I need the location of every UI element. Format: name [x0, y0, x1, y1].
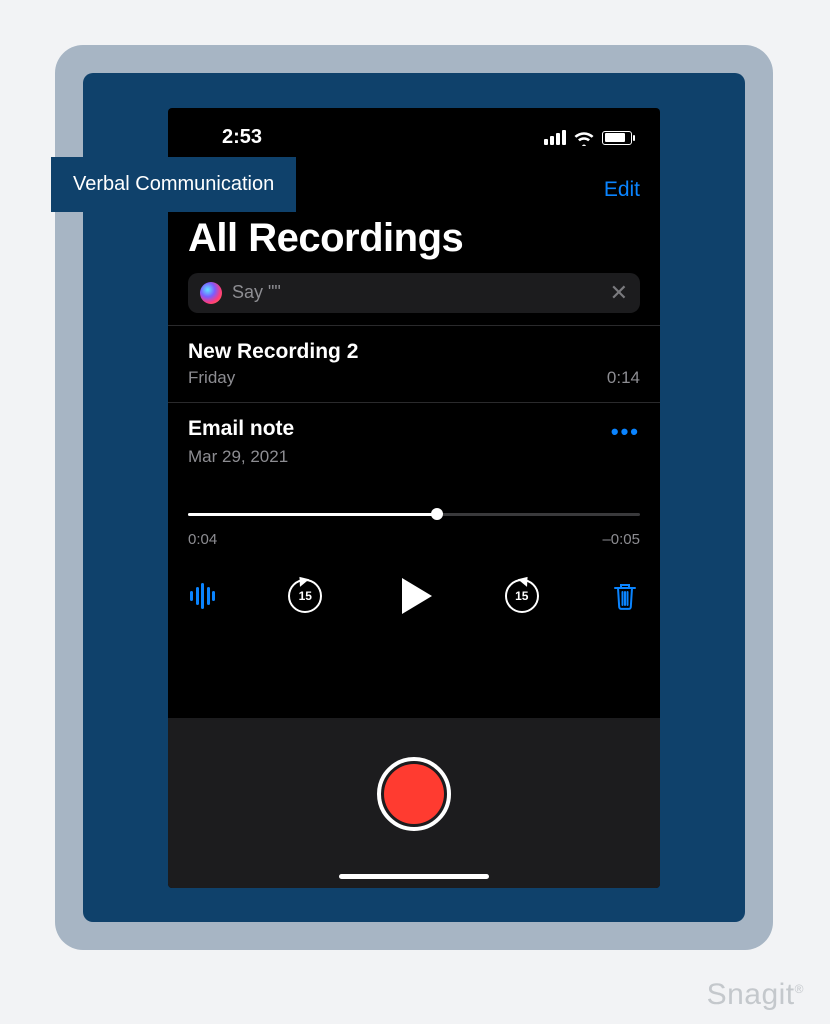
- recording-duration: 0:14: [607, 368, 640, 388]
- cellular-signal-icon: [544, 130, 566, 145]
- more-options-button[interactable]: •••: [611, 417, 640, 443]
- skip-forward-15-icon: 15: [505, 579, 539, 613]
- play-button[interactable]: [396, 578, 432, 614]
- wifi-icon: [573, 130, 595, 146]
- callout-label: Verbal Communication: [51, 157, 296, 212]
- close-icon[interactable]: ✕: [610, 282, 628, 304]
- snagit-watermark: Snagit®: [707, 978, 804, 1012]
- skip-forward-button[interactable]: 15: [505, 579, 539, 613]
- remaining-time: –0:05: [602, 531, 640, 548]
- elapsed-time: 0:04: [188, 531, 217, 548]
- status-time: 2:53: [196, 126, 262, 149]
- trash-icon: [612, 581, 638, 611]
- delete-button[interactable]: [612, 581, 638, 611]
- scrub-time-labels: 0:04 –0:05: [188, 531, 640, 548]
- status-bar: 2:53: [168, 108, 660, 160]
- scrubber[interactable]: [188, 503, 640, 525]
- transport-controls: 15 15: [188, 578, 640, 614]
- record-icon: [384, 764, 444, 824]
- page-title: All Recordings: [168, 202, 660, 273]
- recording-title: Email note: [188, 417, 294, 441]
- recording-date: Friday: [188, 368, 235, 388]
- playback-controls: 0:04 –0:05 15: [168, 503, 660, 614]
- edit-button[interactable]: Edit: [604, 178, 640, 202]
- recording-row[interactable]: New Recording 2 Friday 0:14: [168, 326, 660, 402]
- record-button[interactable]: [377, 757, 451, 831]
- scrub-progress: [188, 513, 437, 516]
- home-indicator[interactable]: [339, 874, 489, 879]
- siri-icon: [200, 282, 222, 304]
- waveform-icon: [190, 583, 215, 609]
- status-icons: [544, 130, 632, 146]
- record-bar: [168, 718, 660, 888]
- recording-date: Mar 29, 2021: [188, 447, 288, 467]
- battery-icon: [602, 131, 632, 145]
- recording-row-expanded[interactable]: Email note ••• Mar 29, 2021: [168, 403, 660, 481]
- skip-back-15-icon: 15: [288, 579, 322, 613]
- scrub-thumb[interactable]: [431, 508, 443, 520]
- recording-title: New Recording 2: [188, 340, 358, 364]
- siri-suggestion-bar[interactable]: Say "" ✕: [188, 273, 640, 313]
- screenshot-card: 2:53 Edit All Recordings S: [55, 45, 773, 950]
- play-icon: [402, 578, 432, 614]
- skip-back-button[interactable]: 15: [288, 579, 322, 613]
- phone-screen: 2:53 Edit All Recordings S: [168, 108, 660, 888]
- recordings-list: New Recording 2 Friday 0:14 Email note •…: [168, 325, 660, 614]
- siri-prompt-text: Say "": [232, 282, 600, 303]
- waveform-edit-button[interactable]: [190, 583, 215, 609]
